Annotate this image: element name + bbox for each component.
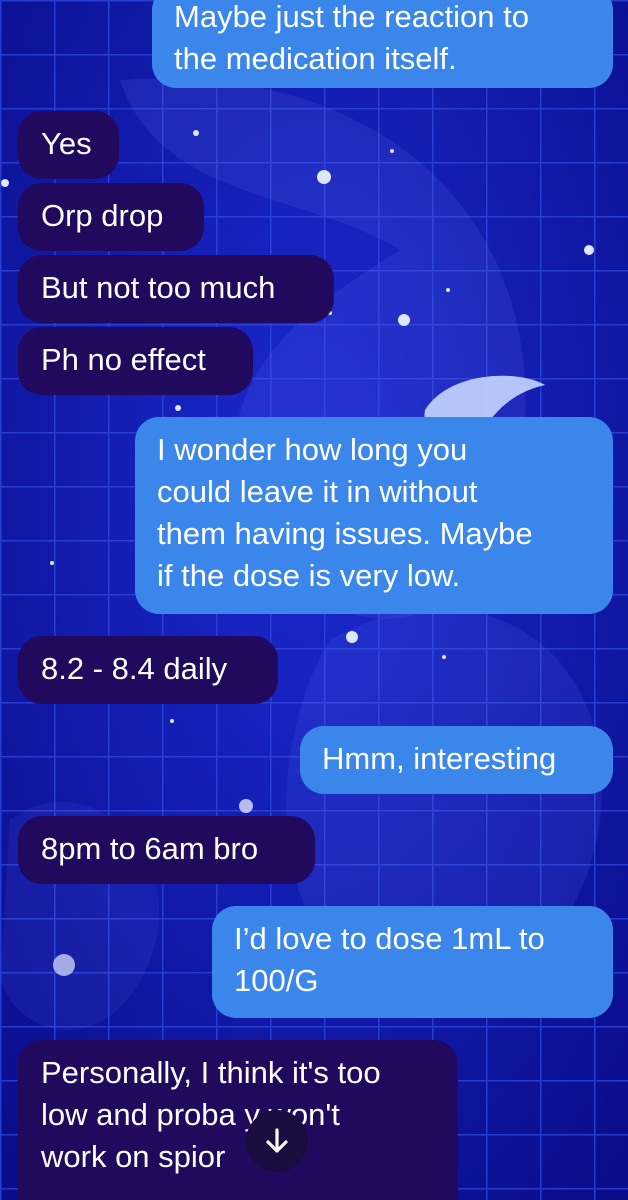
message-outgoing[interactable]: I wonder how long you could leave it in … — [135, 417, 613, 614]
message-incoming[interactable]: Ph no effect — [18, 327, 253, 395]
message-outgoing[interactable]: Hmm, interesting — [300, 726, 613, 794]
message-incoming[interactable]: 8.2 - 8.4 daily — [18, 636, 278, 704]
message-outgoing[interactable]: I’d love to dose 1mL to 100/G — [212, 906, 613, 1018]
message-incoming[interactable]: Personally, I think it's too low and pro… — [18, 1040, 458, 1200]
message-incoming[interactable]: Yes — [18, 111, 119, 179]
message-outgoing[interactable]: Maybe just the reaction to the medicatio… — [152, 0, 613, 88]
message-incoming[interactable]: Orp drop — [18, 183, 204, 251]
arrow-down-icon — [266, 1128, 288, 1153]
message-incoming[interactable]: But not too much — [18, 255, 334, 323]
scroll-to-bottom-button[interactable] — [246, 1110, 308, 1172]
message-incoming[interactable]: 8pm to 6am bro — [18, 816, 315, 884]
